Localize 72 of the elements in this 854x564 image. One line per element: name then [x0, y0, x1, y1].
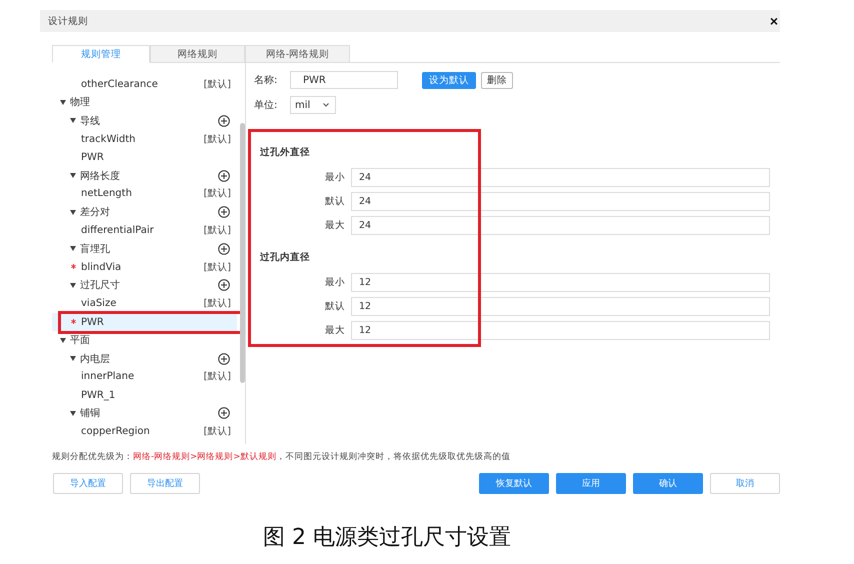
- expand-arrow-icon[interactable]: [70, 118, 76, 124]
- tree-rule[interactable]: blindVia: [81, 262, 122, 273]
- tree-rule[interactable]: innerPlane: [81, 371, 134, 382]
- window-title: 设计规则: [48, 14, 88, 28]
- tree-rule[interactable]: differentialPair: [81, 225, 154, 236]
- default-tag: [默认]: [204, 425, 231, 438]
- unit-dropdown[interactable]: mil: [290, 96, 336, 114]
- scrollbar[interactable]: [240, 123, 245, 383]
- default-tag: [默认]: [204, 370, 231, 384]
- priority-note: 规则分配优先级为：网络-网络规则>网络规则>默认规则，不同图元设计规则冲突时，将依据优先级取优先级高的值: [52, 451, 512, 463]
- field-label: 默认: [324, 194, 346, 208]
- field-label: 名称:: [254, 74, 278, 87]
- tab[interactable]: 网络-网络规则: [245, 45, 350, 63]
- tree-group[interactable]: 内电层: [80, 352, 110, 366]
- delete-button[interactable]: 删除: [481, 72, 513, 88]
- number-field[interactable]: 12: [351, 272, 770, 292]
- field-label: 最大: [324, 324, 346, 336]
- default-tag: [默认]: [204, 260, 231, 274]
- section-title: 过孔内直径: [260, 251, 311, 264]
- tree-group[interactable]: 网络长度: [80, 168, 120, 183]
- tree-rule[interactable]: viaSize: [81, 298, 116, 310]
- add-icon[interactable]: [218, 114, 230, 127]
- section-title: 过孔外直径: [260, 146, 311, 159]
- expand-arrow-icon[interactable]: [70, 246, 76, 252]
- add-icon[interactable]: [218, 242, 230, 255]
- expand-arrow-icon[interactable]: [70, 356, 76, 362]
- expand-arrow-icon[interactable]: [70, 410, 76, 416]
- add-icon[interactable]: [218, 279, 230, 292]
- number-field[interactable]: 12: [351, 320, 770, 340]
- tree-rule[interactable]: PWR_1: [81, 390, 116, 401]
- expand-arrow-icon[interactable]: [70, 173, 76, 178]
- default-tag: [默认]: [204, 187, 231, 200]
- tree-rule[interactable]: netLength: [81, 188, 132, 200]
- add-icon[interactable]: [218, 206, 230, 218]
- field-label: 最小: [324, 276, 346, 288]
- number-field[interactable]: 24: [351, 168, 770, 186]
- expand-arrow-icon[interactable]: [70, 282, 76, 288]
- expand-arrow-icon[interactable]: [70, 210, 76, 215]
- default-tag: [默认]: [204, 224, 231, 238]
- add-icon[interactable]: [218, 352, 230, 365]
- default-tag: [默认]: [204, 297, 231, 310]
- field-label: 最小: [324, 170, 346, 184]
- tree-rule[interactable]: PWR: [81, 316, 104, 328]
- add-icon[interactable]: [218, 407, 230, 420]
- number-field[interactable]: 12: [351, 296, 770, 316]
- field-label: 最大: [324, 218, 346, 232]
- tree-group[interactable]: 过孔尺寸: [80, 278, 120, 292]
- number-field[interactable]: 24: [351, 216, 770, 234]
- tree-rule[interactable]: PWR: [81, 152, 104, 163]
- field-label: 默认: [324, 300, 346, 312]
- tree-group[interactable]: 盲埋孔: [80, 242, 110, 256]
- tree-rule[interactable]: copperRegion: [81, 426, 150, 438]
- tree-category[interactable]: 物理: [70, 95, 90, 110]
- tree-rule[interactable]: trackWidth: [81, 134, 136, 145]
- tree-category[interactable]: 平面: [70, 333, 90, 348]
- name-field[interactable]: PWR: [290, 71, 398, 89]
- expand-arrow-icon[interactable]: [60, 338, 66, 343]
- close-button[interactable]: ×: [770, 13, 778, 29]
- default-tag: [默认]: [204, 132, 231, 146]
- expand-arrow-icon[interactable]: [60, 100, 66, 105]
- default-tag: [默认]: [204, 78, 231, 91]
- field-label: 单位:: [254, 98, 278, 112]
- add-icon[interactable]: [218, 170, 230, 182]
- tree-group[interactable]: 导线: [80, 114, 100, 128]
- figure-caption: 图 2 电源类过孔尺寸设置: [262, 524, 512, 552]
- tab[interactable]: 网络规则: [150, 45, 245, 63]
- tree-rule[interactable]: otherClearance: [81, 78, 158, 90]
- number-field[interactable]: 24: [351, 192, 770, 210]
- chevron-down-icon: [323, 103, 329, 107]
- tree-group[interactable]: 铺铜: [80, 406, 100, 420]
- tree-group[interactable]: 差分对: [80, 205, 110, 220]
- selected-row-highlight[interactable]: PWR: [52, 312, 237, 332]
